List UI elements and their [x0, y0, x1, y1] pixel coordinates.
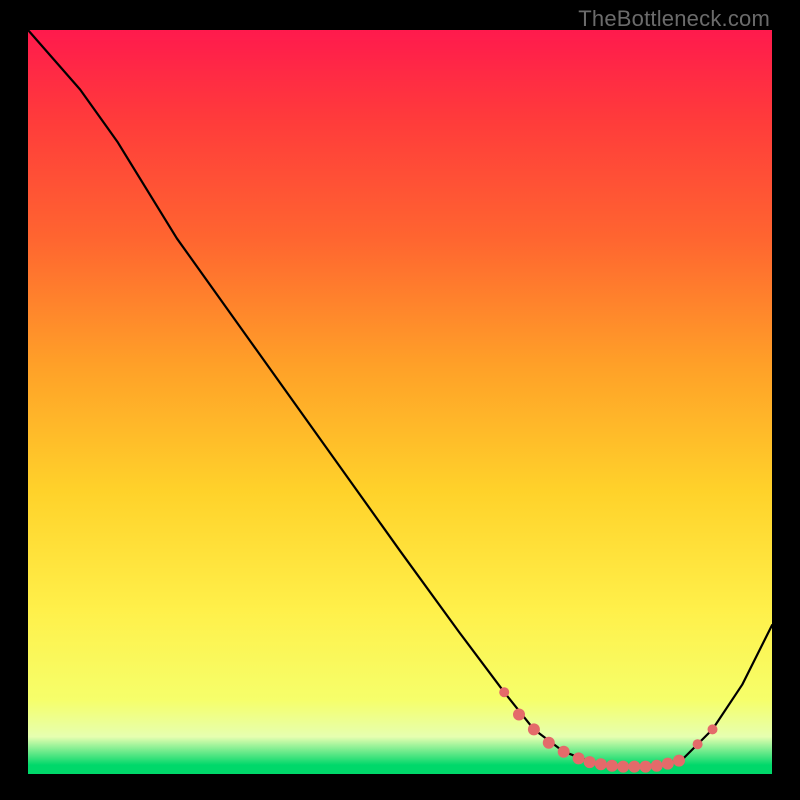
data-marker — [606, 760, 618, 772]
data-marker — [673, 755, 685, 767]
data-marker — [651, 760, 663, 772]
data-marker — [499, 687, 509, 697]
data-marker — [640, 761, 652, 773]
data-marker — [573, 752, 585, 764]
data-marker — [617, 761, 629, 773]
data-marker — [628, 761, 640, 773]
data-marker — [693, 739, 703, 749]
data-marker — [595, 758, 607, 770]
marker-group — [499, 687, 717, 772]
data-marker — [662, 758, 674, 770]
curve-path — [28, 30, 772, 767]
chart-svg — [28, 30, 772, 774]
data-marker — [558, 746, 570, 758]
data-marker — [543, 737, 555, 749]
data-marker — [708, 724, 718, 734]
data-marker — [513, 709, 525, 721]
data-marker — [528, 723, 540, 735]
data-marker — [584, 756, 596, 768]
watermark-text: TheBottleneck.com — [578, 6, 770, 32]
